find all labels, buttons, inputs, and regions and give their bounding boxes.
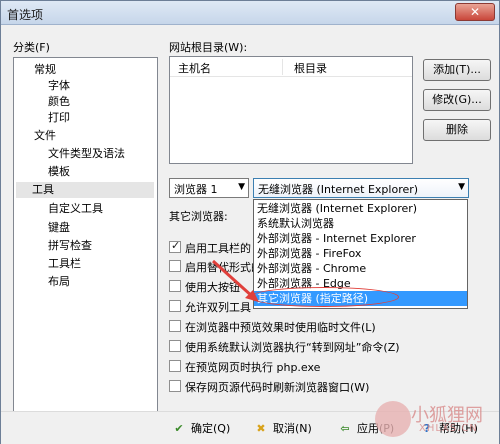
fox-logo-icon (375, 401, 411, 437)
preferences-window: 首选项 ✕ 分类(F) 常规 字体 颜色 打印 文件 文件类型及语法 模板 工具… (0, 0, 500, 444)
ok-button[interactable]: ✔ 确定(Q) (171, 418, 230, 440)
checkmark-icon: ✔ (174, 422, 184, 435)
cancel-label: 取消(N) (273, 422, 312, 435)
ok-label: 确定(Q) (191, 422, 231, 435)
cancel-button[interactable]: ✖ 取消(N) (253, 418, 312, 440)
arrow-left-icon: ⇦ (340, 422, 350, 435)
annotation-arrow-icon (211, 259, 259, 302)
x-icon: ✖ (256, 422, 266, 435)
watermark: 小狐狸网 XHLXS.CN (371, 399, 499, 443)
watermark-sub: XHLXS.CN (419, 423, 478, 434)
